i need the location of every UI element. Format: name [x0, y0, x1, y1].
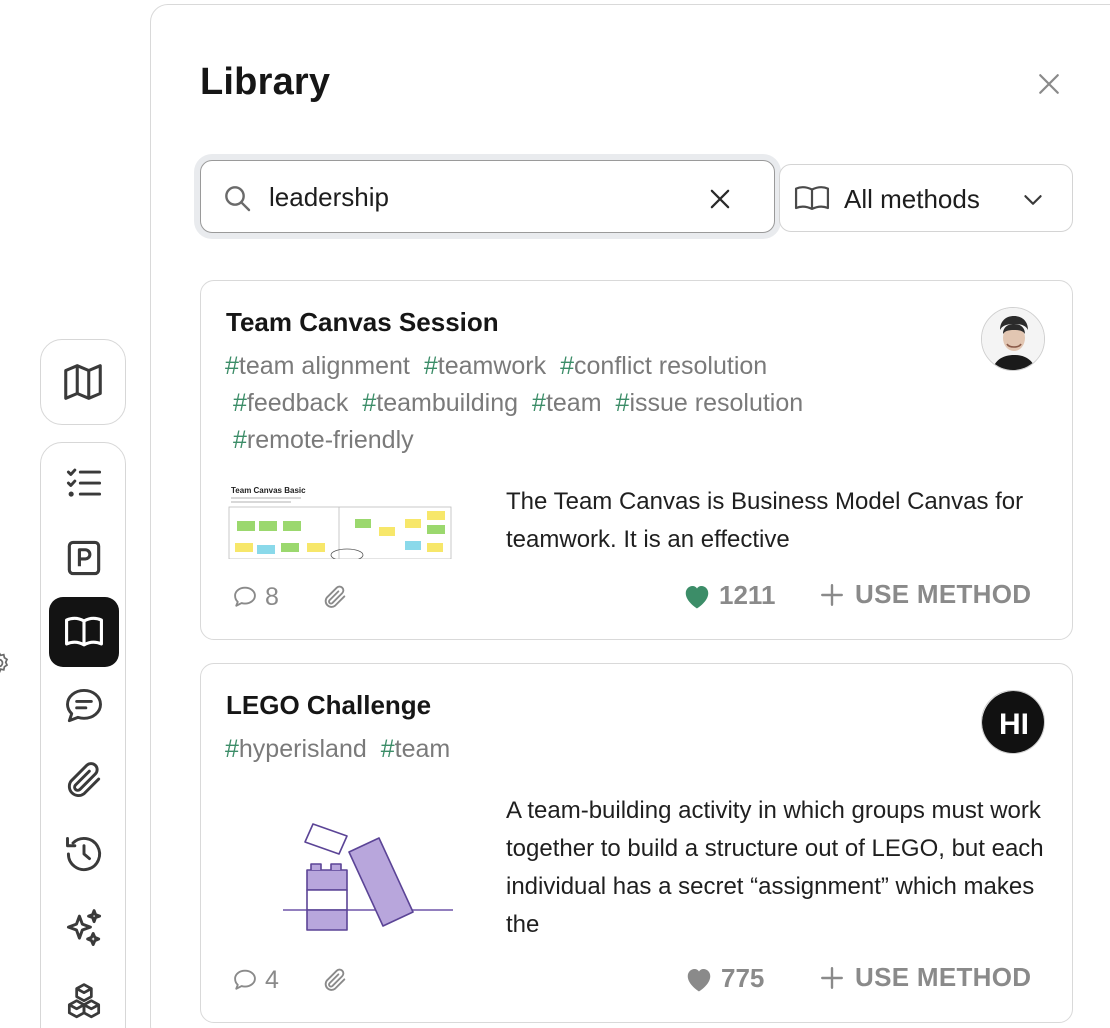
sparkles-icon	[62, 906, 106, 950]
tag-hash: #	[233, 389, 247, 417]
tag-label: team alignment	[238, 352, 410, 380]
like-count: 775	[721, 963, 765, 993]
tag[interactable]: #hyperisland	[225, 731, 367, 768]
comments-button[interactable]	[49, 671, 119, 741]
tag-hash: #	[225, 735, 239, 763]
ai-button[interactable]	[49, 893, 119, 963]
library-panel: Library leadership All methods Team Canv…	[150, 4, 1110, 1028]
paperclip-icon[interactable]	[321, 583, 349, 611]
tag[interactable]: #remote-friendly	[233, 422, 414, 459]
method-filter-dropdown[interactable]: All methods	[779, 164, 1073, 232]
thumb-title: Team Canvas Basic	[231, 486, 306, 495]
map-icon	[60, 359, 106, 405]
paperclip-icon	[62, 758, 106, 802]
tag-hash: #	[615, 389, 630, 417]
method-thumbnail: Team Canvas Basic	[227, 481, 453, 559]
paperclip-icon[interactable]	[321, 966, 349, 994]
library-button[interactable]	[49, 597, 119, 667]
tag[interactable]: #teamwork	[424, 348, 546, 385]
close-icon	[1034, 69, 1064, 99]
book-icon	[62, 610, 106, 654]
tag-hash: #	[560, 352, 575, 380]
filter-label: All methods	[844, 184, 980, 214]
tag-label: issue resolution	[629, 389, 804, 417]
side-toolbar	[40, 442, 126, 1028]
gear-icon[interactable]	[0, 650, 12, 676]
tag-label: conflict resolution	[574, 352, 768, 380]
method-thumbnail	[227, 804, 453, 944]
clear-search-icon[interactable]	[706, 185, 734, 213]
attachments-button[interactable]	[49, 745, 119, 815]
blocks-button[interactable]	[49, 967, 119, 1028]
heart-icon[interactable]	[684, 965, 714, 993]
tag-hash: #	[532, 389, 546, 417]
comment-count: 8	[265, 583, 279, 611]
tag-hash: #	[233, 426, 247, 454]
tag-label: team	[545, 389, 602, 417]
tag-hash: #	[380, 735, 395, 763]
use-method-label: USE METHOD	[855, 579, 1032, 609]
avatar-text: HI	[999, 708, 1029, 741]
method-description: A team-building activity in which groups…	[506, 797, 1044, 932]
tag-list: #team alignment #teamwork #conflict resolu…	[225, 348, 925, 459]
blocks-icon	[62, 980, 106, 1024]
tag[interactable]: #issue resolution	[616, 385, 804, 422]
parking-icon	[62, 536, 106, 580]
history-button[interactable]	[49, 819, 119, 889]
tag[interactable]: #team	[532, 385, 602, 422]
chat-icon	[62, 684, 106, 728]
tag-hash: #	[362, 389, 377, 417]
checklist-icon	[62, 462, 106, 506]
use-method-button[interactable]: USE METHOD	[819, 579, 1031, 610]
like-count: 1211	[719, 580, 776, 610]
plus-icon	[819, 965, 845, 991]
method-title: Team Canvas Session	[226, 307, 499, 337]
method-title: LEGO Challenge	[226, 690, 432, 720]
tag-label: hyperisland	[238, 735, 367, 763]
search-value: leadership	[269, 182, 389, 212]
method-card[interactable]: LEGO Challenge HI #hyperisland #team A t…	[200, 663, 1073, 1023]
tag[interactable]: #feedback	[233, 385, 348, 422]
history-icon	[62, 832, 106, 876]
tag-label: feedback	[246, 389, 349, 417]
book-icon	[794, 183, 830, 215]
comment-icon[interactable]	[231, 966, 259, 994]
tag[interactable]: #team alignment	[225, 348, 410, 385]
tag-hash: #	[225, 352, 239, 380]
close-button[interactable]	[1032, 67, 1066, 101]
tag-hash: #	[423, 352, 438, 380]
use-method-label: USE METHOD	[855, 962, 1032, 992]
comment-icon[interactable]	[231, 583, 259, 611]
tag[interactable]: #teambuilding	[362, 385, 518, 422]
heart-icon[interactable]	[682, 582, 712, 610]
page-title: Library	[200, 61, 331, 103]
tag-label: remote-friendly	[246, 426, 414, 454]
tag[interactable]: #conflict resolution	[560, 348, 767, 385]
author-avatar	[981, 307, 1045, 371]
search-icon	[221, 182, 253, 214]
method-card[interactable]: Team Canvas Session #team alignment #team…	[200, 280, 1073, 640]
tag[interactable]: #team	[381, 731, 451, 768]
map-button[interactable]	[40, 339, 126, 425]
author-avatar: HI	[981, 690, 1045, 754]
tag-list: #hyperisland #team	[225, 731, 925, 768]
comment-count: 4	[265, 966, 279, 994]
method-description: The Team Canvas is Business Model Canvas…	[506, 488, 1024, 553]
plus-icon	[819, 582, 845, 608]
parking-button[interactable]	[49, 523, 119, 593]
tag-label: teamwork	[437, 352, 547, 380]
tag-label: team	[394, 735, 451, 763]
checklist-button[interactable]	[49, 449, 119, 519]
chevron-down-icon	[1020, 187, 1046, 213]
search-input[interactable]: leadership	[200, 160, 775, 233]
tag-label: teambuilding	[376, 389, 519, 417]
use-method-button[interactable]: USE METHOD	[819, 962, 1031, 993]
